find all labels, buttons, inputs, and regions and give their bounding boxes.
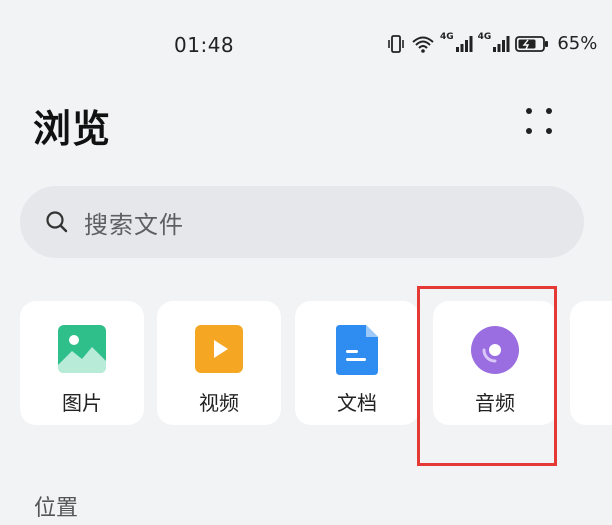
category-row: 图片 视频 文档 音频 — [0, 301, 612, 427]
category-label: 文档 — [337, 391, 377, 415]
category-videos[interactable]: 视频 — [157, 301, 281, 425]
wifi-icon — [412, 36, 434, 53]
battery-charging-icon — [515, 35, 549, 52]
section-title-locations: 位置 — [34, 496, 79, 521]
status-icons: 4G 4G 65% — [386, 31, 598, 54]
document-icon — [336, 325, 378, 375]
search-input[interactable]: 搜索文件 — [20, 186, 584, 258]
battery-percent: 65% — [557, 33, 598, 54]
signal-icon — [455, 35, 473, 52]
more-dots-icon — [526, 108, 552, 134]
category-label: 音频 — [475, 391, 515, 415]
audio-disc-icon — [471, 326, 519, 374]
signal-icon — [493, 35, 510, 52]
search-placeholder: 搜索文件 — [84, 210, 184, 239]
signal-1: 4G — [440, 31, 473, 53]
image-icon — [58, 325, 106, 373]
category-next-partial[interactable] — [570, 301, 612, 425]
status-time: 01:48 — [174, 33, 235, 57]
network-type-label: 4G — [440, 31, 454, 42]
network-type-label: 4G — [477, 31, 492, 42]
category-documents[interactable]: 文档 — [295, 301, 419, 425]
signal-2: 4G — [477, 31, 511, 53]
category-label: 视频 — [199, 391, 239, 415]
page-title: 浏览 — [33, 107, 112, 151]
category-label: 图片 — [62, 391, 102, 415]
video-icon — [195, 325, 243, 373]
more-options-button[interactable] — [514, 98, 564, 148]
category-images[interactable]: 图片 — [20, 301, 144, 425]
vibrate-icon — [388, 34, 404, 53]
category-audio[interactable]: 音频 — [433, 301, 557, 425]
search-icon — [46, 211, 68, 233]
